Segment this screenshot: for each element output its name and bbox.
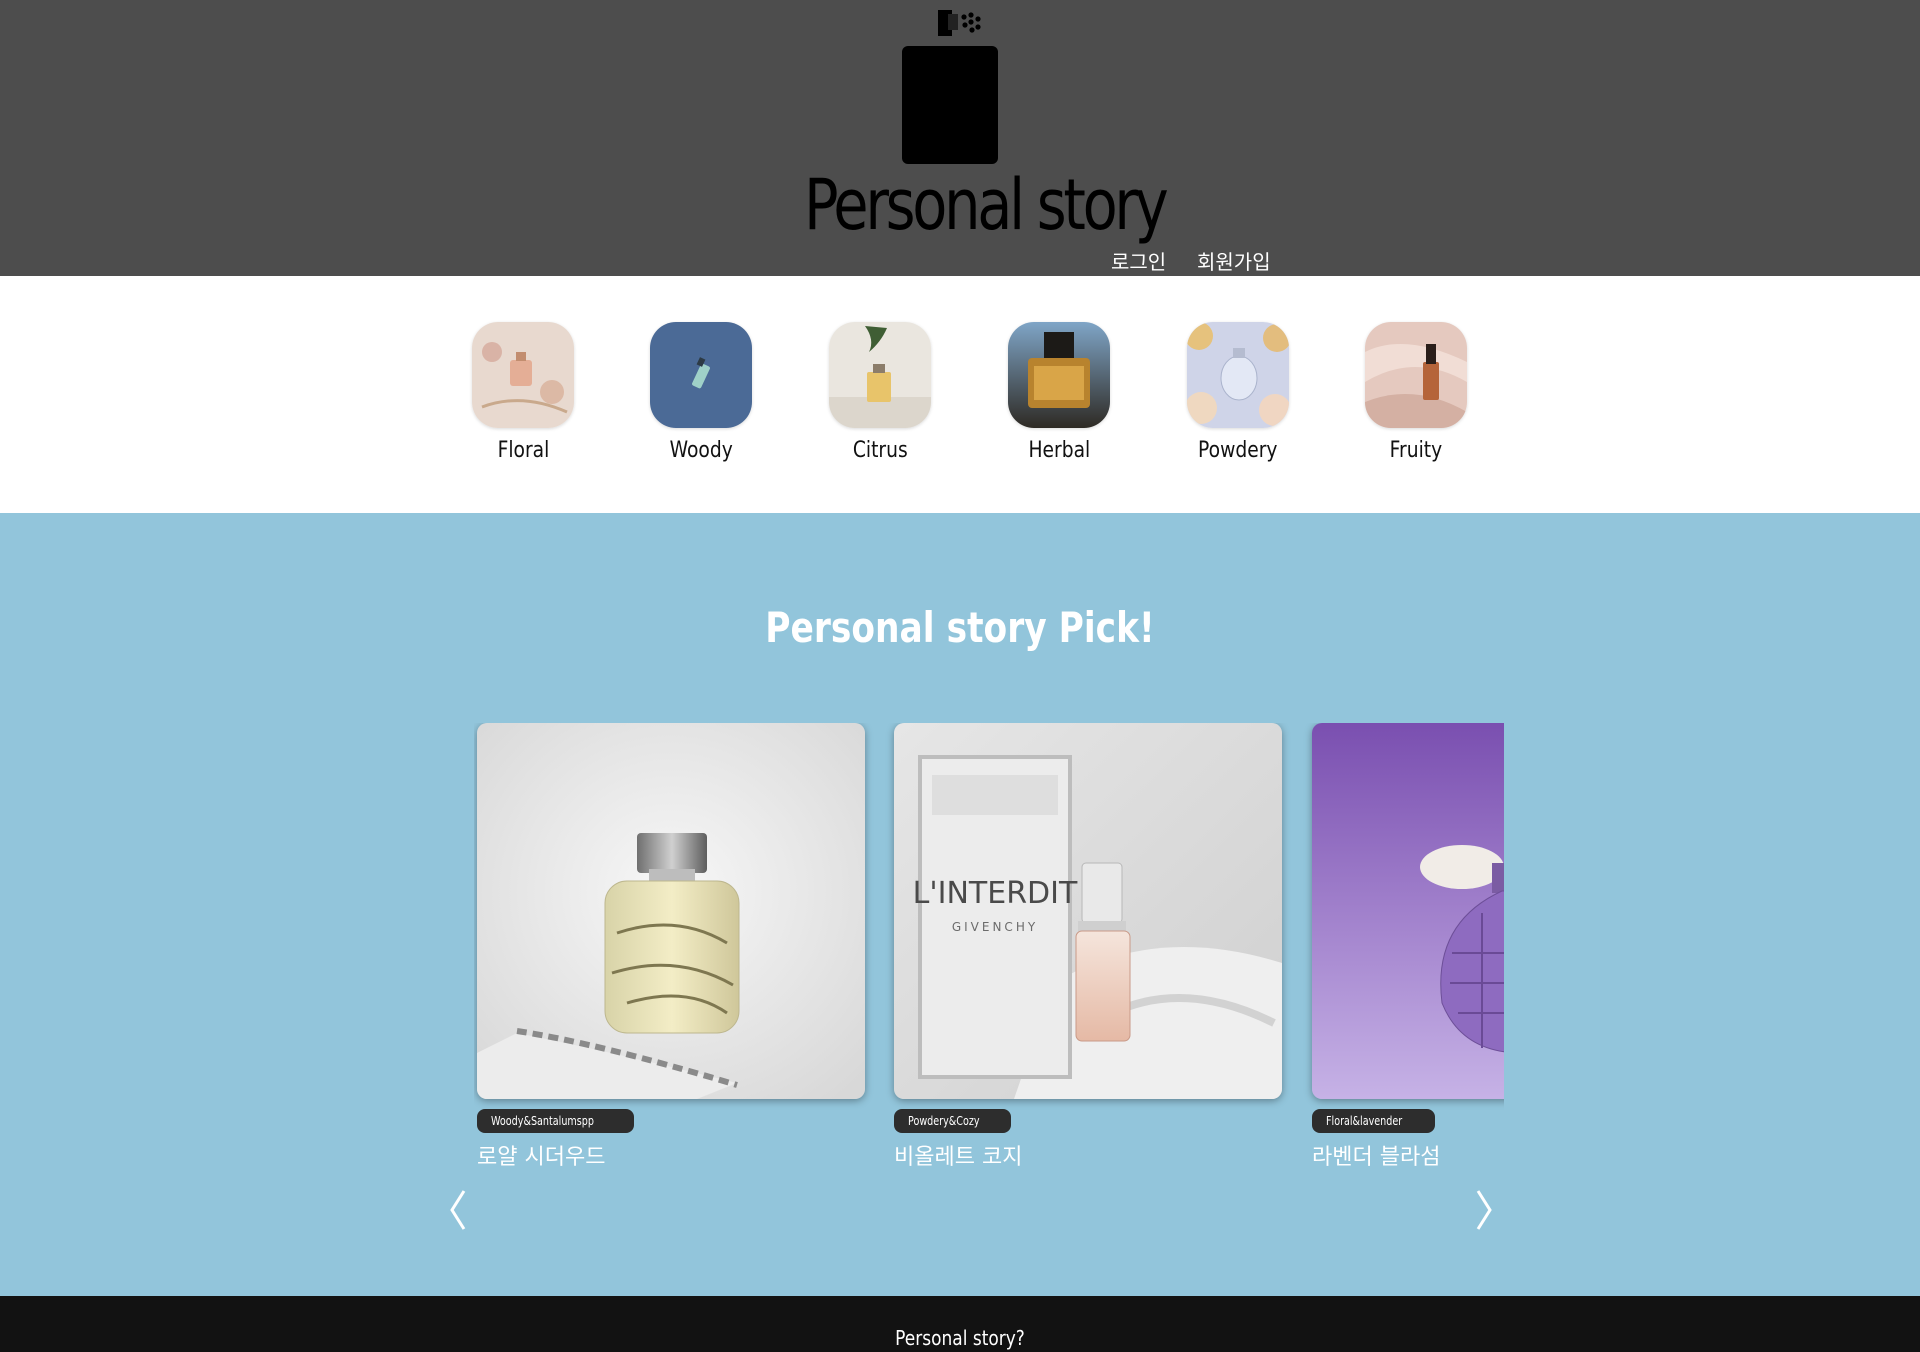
brand-wordmark[interactable]: Personal story (804, 170, 1169, 240)
floral-perfume-image (472, 322, 574, 428)
chevron-right-icon[interactable] (1470, 1185, 1500, 1235)
category-herbal[interactable]: Herbal (1008, 322, 1110, 463)
fruity-perfume-image (1365, 322, 1467, 428)
product-tag: Powdery&Cozy (894, 1109, 1012, 1133)
category-nav: Floral Woody Citrus Herbal Powdery Fruit… (0, 276, 1920, 513)
category-powdery[interactable]: Powdery (1187, 322, 1289, 463)
product-tag: Woody&Santalumspp (477, 1109, 634, 1133)
category-label: Powdery (1198, 438, 1278, 463)
category-floral[interactable]: Floral (472, 322, 574, 463)
signup-link[interactable]: 회원가입 (1197, 246, 1271, 275)
footer-text[interactable]: Personal story? (144, 1326, 1776, 1350)
product-title: 비올레트 코지 (894, 1145, 1023, 1170)
chevron-left-icon[interactable] (442, 1185, 472, 1235)
perfume-bottle-icon[interactable] (896, 6, 1006, 166)
category-label: Fruity (1389, 438, 1443, 463)
pick-section: Personal story Pick! Woody&Santalumspp 로… (0, 513, 1920, 1296)
product-card[interactable]: Woody&Santalumspp 로얄 시더우드 (477, 723, 865, 1171)
clear-glass-perfume-bottle-image (477, 723, 865, 1099)
woody-perfume-image (650, 322, 752, 428)
product-card[interactable]: Floral&lavender 라벤더 블라섬 (1312, 723, 1504, 1171)
herbal-perfume-image (1008, 322, 1110, 428)
powdery-perfume-image (1187, 322, 1289, 428)
box-brand-text: L'INTERDIT (913, 876, 1078, 911)
category-woody[interactable]: Woody (650, 322, 752, 463)
section-title: Personal story Pick! (765, 603, 1155, 652)
category-citrus[interactable]: Citrus (829, 322, 931, 463)
carousel-viewport: Woody&Santalumspp 로얄 시더우드 L'INTERDIT GIV… (474, 723, 1504, 1193)
givenchy-linterdit-perfume-image: L'INTERDIT GIVENCHY (894, 723, 1282, 1099)
category-label: Woody (669, 438, 733, 463)
citrus-perfume-image (829, 322, 931, 428)
login-link[interactable]: 로그인 (1111, 246, 1166, 275)
product-title: 라벤더 블라섬 (1312, 1145, 1441, 1170)
box-maker-text: GIVENCHY (952, 920, 1038, 934)
category-fruity[interactable]: Fruity (1365, 322, 1467, 463)
product-card[interactable]: L'INTERDIT GIVENCHY Powdery&Cozy 비올레트 코지 (894, 723, 1282, 1171)
purple-atomizer-bottle-image (1312, 723, 1504, 1099)
category-label: Citrus (852, 438, 908, 463)
product-title: 로얄 시더우드 (477, 1145, 606, 1170)
category-label: Herbal (1028, 438, 1090, 463)
product-tag: Floral&lavender (1312, 1109, 1436, 1133)
site-footer: Personal story? (0, 1296, 1920, 1352)
site-header: Personal story 로그인 회원가입 (0, 0, 1920, 276)
category-label: Floral (497, 438, 549, 463)
